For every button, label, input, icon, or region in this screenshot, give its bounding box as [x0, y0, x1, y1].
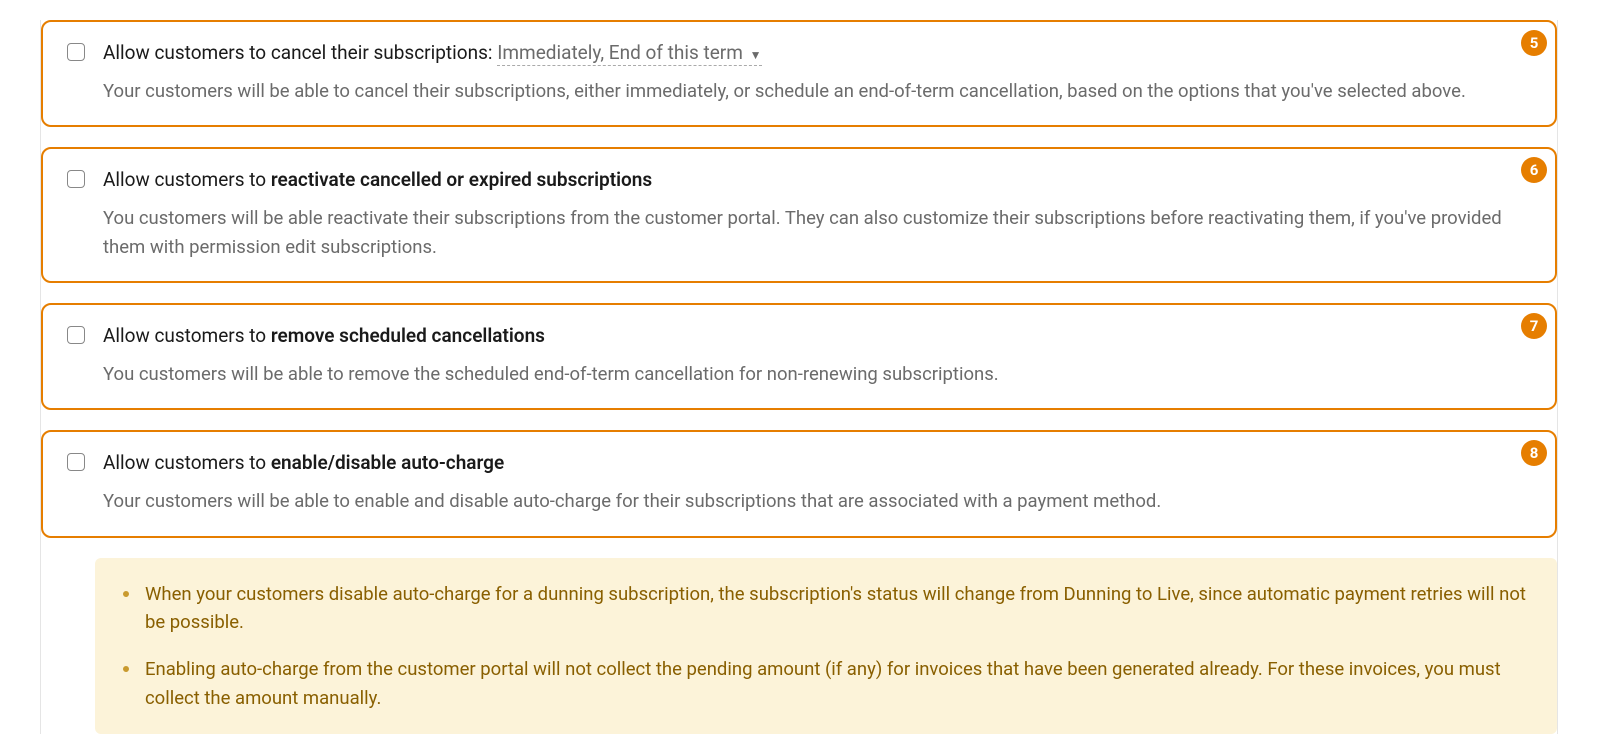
info-note: Enabling auto-charge from the customer p… — [123, 655, 1529, 712]
option-title: Allow customers to remove scheduled canc… — [103, 323, 1531, 350]
checkbox-cancel-subscriptions[interactable] — [67, 43, 85, 61]
title-prefix: Allow customers to cancel their subscrip… — [103, 41, 497, 64]
option-description: You customers will be able to remove the… — [103, 360, 1531, 389]
title-bold: enable/disable auto-charge — [271, 451, 504, 474]
auto-charge-info-box: When your customers disable auto-charge … — [95, 558, 1557, 735]
title-prefix: Allow customers to — [103, 451, 271, 474]
option-remove-scheduled-cancellations: 7 Allow customers to remove scheduled ca… — [41, 303, 1557, 410]
option-title: Allow customers to enable/disable auto-c… — [103, 450, 1531, 477]
annotation-badge: 7 — [1521, 313, 1547, 339]
option-title: Allow customers to cancel their subscrip… — [103, 40, 1531, 67]
option-auto-charge: 8 Allow customers to enable/disable auto… — [41, 430, 1557, 537]
chevron-down-icon: ▼ — [750, 48, 762, 62]
checkbox-reactivate-subscriptions[interactable] — [67, 170, 85, 188]
option-title: Allow customers to reactivate cancelled … — [103, 167, 1531, 194]
settings-panel: 5 Allow customers to cancel their subscr… — [40, 20, 1558, 734]
title-bold: reactivate cancelled or expired subscrip… — [271, 168, 652, 191]
option-cancel-subscriptions: 5 Allow customers to cancel their subscr… — [41, 20, 1557, 127]
title-bold: remove scheduled cancellations — [271, 324, 545, 347]
option-description: Your customers will be able to cancel th… — [103, 77, 1531, 106]
info-note: When your customers disable auto-charge … — [123, 580, 1529, 637]
title-prefix: Allow customers to — [103, 168, 271, 191]
option-description: You customers will be able reactivate th… — [103, 204, 1531, 261]
cancel-timing-dropdown[interactable]: Immediately, End of this term ▼ — [497, 41, 761, 66]
option-reactivate-subscriptions: 6 Allow customers to reactivate cancelle… — [41, 147, 1557, 283]
annotation-badge: 6 — [1521, 157, 1547, 183]
title-prefix: Allow customers to — [103, 324, 271, 347]
checkbox-auto-charge[interactable] — [67, 453, 85, 471]
option-description: Your customers will be able to enable an… — [103, 487, 1531, 516]
annotation-badge: 8 — [1521, 440, 1547, 466]
annotation-badge: 5 — [1521, 30, 1547, 56]
checkbox-remove-scheduled-cancellations[interactable] — [67, 326, 85, 344]
